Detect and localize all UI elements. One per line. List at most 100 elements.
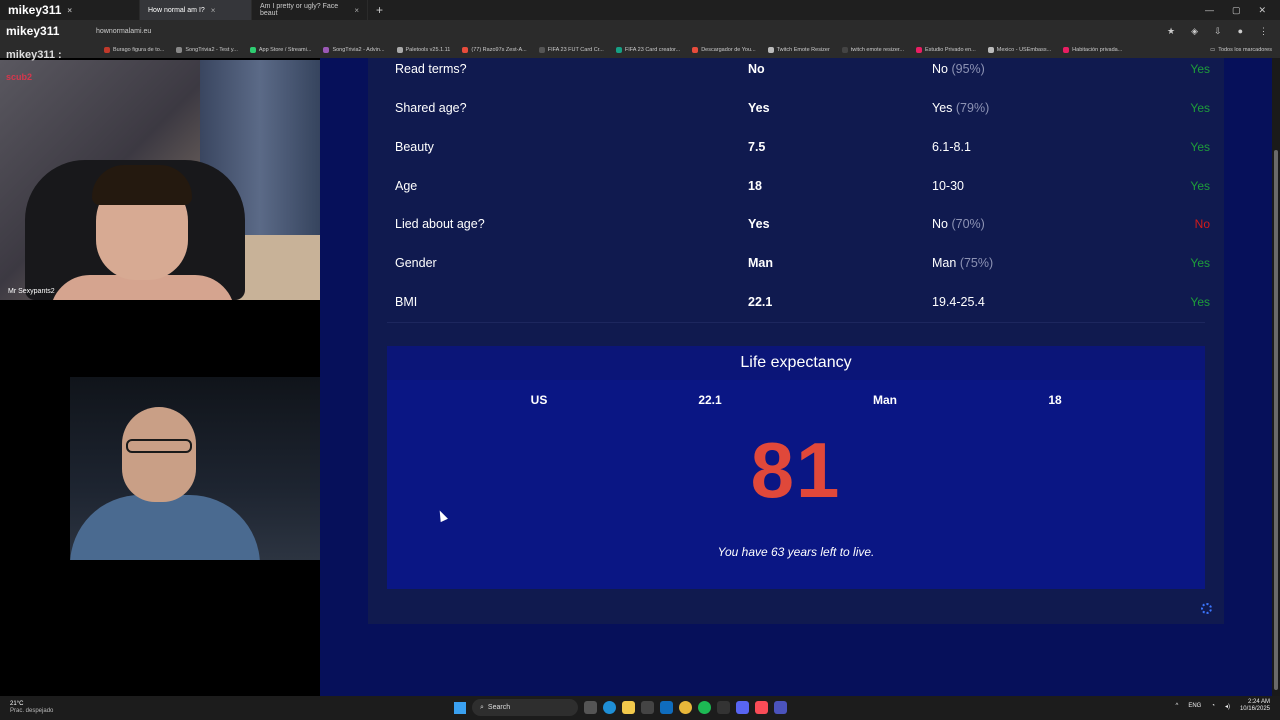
average-value: No <box>932 61 948 76</box>
address-brand: mikey311 <box>6 24 60 38</box>
result-label: Age <box>395 178 418 193</box>
toolbar-icons: ★ ◈ ⇩ ● ⋮ <box>1167 26 1280 37</box>
person-shirt <box>70 495 260 560</box>
windows-start-icon[interactable] <box>454 701 466 714</box>
language[interactable]: ENG <box>1188 703 1201 709</box>
outlook-icon[interactable] <box>660 701 673 714</box>
app-icon[interactable] <box>717 701 730 714</box>
taskbar-apps: ⌕ Search <box>454 699 787 716</box>
tab-label: mikey311 <box>8 3 62 17</box>
bookmarks-folder[interactable]: ▭ Todos los marcadores <box>1210 47 1280 53</box>
discord-icon[interactable] <box>736 701 749 714</box>
bookmark-label: App Store / Streami... <box>258 47 312 53</box>
scrollbar-thumb[interactable] <box>1274 150 1278 690</box>
result-average: Man (75%) <box>932 256 1172 270</box>
result-value: 7.5 <box>748 139 766 154</box>
wifi-icon[interactable]: ◔ <box>1211 703 1215 709</box>
address-bar: mikey311 hownormalami.eu ★ ◈ ⇩ ● ⋮ <box>0 20 1280 42</box>
result-average: Yes (79%) <box>932 101 1172 115</box>
search-icon: ⌕ <box>480 703 484 711</box>
url-field[interactable]: hownormalami.eu <box>96 28 151 35</box>
result-row: BMI 22.1 19.4-25.4 Yes <box>395 282 1210 321</box>
result-row: Beauty 7.5 6.1-8.1 Yes <box>395 127 1210 166</box>
result-row: Age 18 10-30 Yes <box>395 166 1210 205</box>
life-age: 18 <box>1048 393 1062 407</box>
minimize-icon[interactable]: — <box>1205 5 1214 16</box>
date: 10/16/2025 <box>1239 706 1270 712</box>
taskbar-search[interactable]: ⌕ Search <box>472 699 578 716</box>
divider <box>387 322 1205 323</box>
bookmark-item[interactable]: App Store / Streami... <box>249 47 312 53</box>
webcam-streamer <box>0 60 320 300</box>
volume-icon[interactable]: ◂) <box>1225 703 1230 710</box>
bookmark-label: Burago figura de to... <box>113 47 165 53</box>
average-percent: (95%) <box>951 61 985 76</box>
close-icon[interactable]: × <box>354 6 359 15</box>
clock[interactable]: 2:24 AM 10/16/2025 <box>1240 699 1270 713</box>
folder-icon: ▭ <box>1209 47 1216 53</box>
result-normal: Yes <box>1190 139 1210 154</box>
task-view-icon[interactable] <box>584 701 597 714</box>
window-controls: — ▢ ✕ <box>1205 5 1280 16</box>
close-icon[interactable]: × <box>67 6 72 15</box>
result-row: Shared age? Yes Yes (79%) Yes <box>395 88 1210 127</box>
temperature: 21°C <box>10 701 24 707</box>
result-value: No <box>748 61 765 76</box>
average-value: 6.1-8.1 <box>932 139 971 154</box>
teams-icon[interactable] <box>774 701 787 714</box>
result-value: Yes <box>748 216 770 231</box>
result-label: BMI <box>395 294 418 309</box>
average-value: No <box>932 216 948 231</box>
result-average: 19.4-25.4 <box>932 295 1172 309</box>
bookmark-favicon-icon <box>176 47 183 53</box>
tab-pretty-or-ugly[interactable]: Am I pretty or ugly? Face beaut × <box>252 0 368 20</box>
new-tab-button[interactable]: + <box>368 3 391 17</box>
result-value: Man <box>748 255 773 270</box>
search-label: Search <box>487 704 511 711</box>
person-hair <box>92 165 192 205</box>
bookmark-item[interactable]: SongTrivia2 - Advin... <box>323 47 385 53</box>
tray-arrow-icon[interactable]: ^ <box>1175 703 1178 709</box>
tab-how-normal[interactable]: How normal am I? × <box>140 0 252 20</box>
profile-icon[interactable]: ● <box>1238 26 1243 37</box>
bookmark-favicon-icon <box>249 47 256 53</box>
menu-icon[interactable]: ⋮ <box>1259 26 1268 37</box>
bookmark-favicon-icon <box>104 47 110 53</box>
edge-icon[interactable] <box>603 701 616 714</box>
result-normal: Yes <box>1190 100 1210 115</box>
close-icon[interactable]: × <box>211 6 216 15</box>
result-value: Yes <box>748 100 770 115</box>
close-window-icon[interactable]: ✕ <box>1258 5 1266 16</box>
loading-spinner-icon <box>1201 603 1212 614</box>
music-icon[interactable] <box>755 701 768 714</box>
weather-widget[interactable]: 21°C Prac. despejado <box>0 701 53 715</box>
result-label: Gender <box>395 255 437 270</box>
result-normal: Yes <box>1190 178 1210 193</box>
tab-bar: mikey311 × How normal am I? × Am I prett… <box>0 0 1280 20</box>
star-icon[interactable]: ★ <box>1167 26 1175 37</box>
average-value: 19.4-25.4 <box>932 294 985 309</box>
bookmark-item[interactable]: SongTrivia2 - Test y... <box>176 47 238 53</box>
life-expectancy-title: Life expectancy <box>387 346 1205 380</box>
overlay-title: mikey311 : <box>6 49 62 61</box>
result-normal: Yes <box>1190 255 1210 270</box>
spotify-icon[interactable] <box>698 701 711 714</box>
download-icon[interactable]: ⇩ <box>1214 26 1222 37</box>
file-explorer-icon[interactable] <box>622 701 635 714</box>
average-value: 10-30 <box>932 178 964 193</box>
maximize-icon[interactable]: ▢ <box>1232 5 1241 16</box>
result-average: 6.1-8.1 <box>932 140 1172 154</box>
bookmark-item[interactable]: Burago figura de to... <box>104 47 164 53</box>
average-value: Man <box>932 255 957 270</box>
extensions-icon[interactable]: ◈ <box>1191 26 1198 37</box>
bookmark-label: SongTrivia2 - Advin... <box>332 47 385 53</box>
average-percent: (70%) <box>951 216 985 231</box>
store-icon[interactable] <box>641 701 654 714</box>
result-value: 18 <box>748 178 762 193</box>
person-head <box>122 407 196 502</box>
chrome-icon[interactable] <box>679 701 692 714</box>
result-row: Gender Man Man (75%) Yes <box>395 243 1210 282</box>
tab-mikey311[interactable]: mikey311 × <box>0 0 140 20</box>
bookmark-favicon-icon <box>323 47 330 53</box>
result-label: Read terms? <box>395 61 467 76</box>
